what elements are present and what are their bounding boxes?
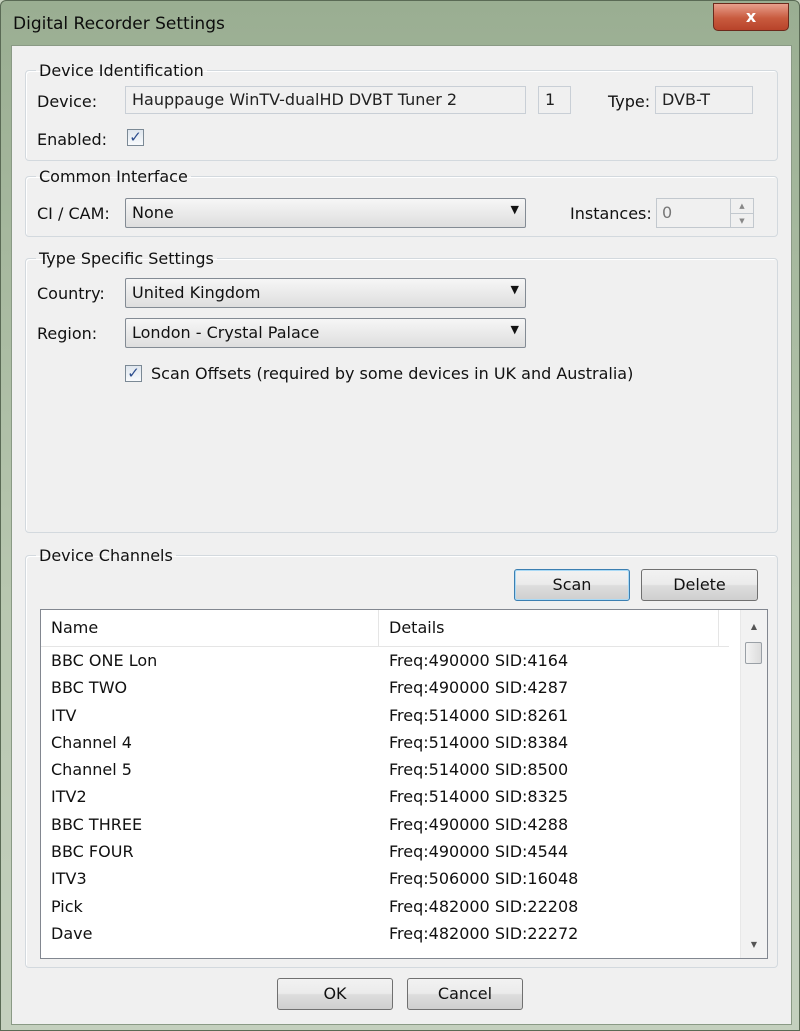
cancel-button[interactable]: Cancel xyxy=(407,978,523,1010)
common-interface-legend: Common Interface xyxy=(39,167,188,186)
table-row[interactable]: BBC FOUR Freq:490000 SID:4544 xyxy=(41,838,729,865)
region-value: London - Crystal Palace xyxy=(132,323,320,342)
ci-cam-value: None xyxy=(132,203,174,222)
region-dropdown[interactable]: London - Crystal Palace ▼ xyxy=(125,318,526,348)
close-icon: x xyxy=(745,7,757,26)
channel-details: Freq:490000 SID:4544 xyxy=(389,842,569,862)
device-index-field[interactable]: 1 xyxy=(538,86,571,114)
channel-details: Freq:490000 SID:4164 xyxy=(389,651,569,670)
channel-details: Freq:506000 SID:16048 xyxy=(389,869,579,889)
dropdown-arrow-icon: ▼ xyxy=(510,283,519,296)
type-label: Type: xyxy=(608,92,651,111)
scroll-down-icon[interactable]: ▼ xyxy=(741,934,767,956)
channel-name: ITV xyxy=(51,705,77,725)
scrollbar-thumb[interactable] xyxy=(745,642,762,664)
instances-stepper[interactable]: 0 ▲ ▼ xyxy=(656,198,754,228)
channel-name: BBC FOUR xyxy=(51,842,134,862)
table-row[interactable]: Dave Freq:482000 SID:22272 xyxy=(41,920,729,947)
type-specific-legend: Type Specific Settings xyxy=(39,249,214,268)
vertical-scrollbar[interactable]: ▲ ▼ xyxy=(740,610,767,958)
checkmark-icon: ✓ xyxy=(129,128,142,146)
table-row[interactable]: Channel 5 Freq:514000 SID:8500 xyxy=(41,756,729,783)
country-value: United Kingdom xyxy=(132,283,261,302)
device-identification-legend: Device Identification xyxy=(39,61,204,80)
spin-down-icon[interactable]: ▼ xyxy=(731,214,753,228)
instances-spin-buttons[interactable]: ▲ ▼ xyxy=(730,199,753,227)
type-field[interactable]: DVB-T xyxy=(655,86,753,114)
column-header-name[interactable]: Name xyxy=(41,610,379,646)
channel-details: Freq:514000 SID:8384 xyxy=(389,732,569,752)
scroll-up-icon[interactable]: ▲ xyxy=(741,616,767,638)
channel-details: Freq:482000 SID:22208 xyxy=(389,896,579,916)
channel-rows: BBC ONE Lon Freq:490000 SID:4164 BBC TWO Fr… xyxy=(41,647,729,947)
instances-label: Instances: xyxy=(570,204,652,223)
table-row[interactable]: ITV2 Freq:514000 SID:8325 xyxy=(41,783,729,810)
enabled-label: Enabled: xyxy=(37,130,108,149)
dialog-window: Digital Recorder Settings x Device Ident… xyxy=(0,0,800,1031)
country-label: Country: xyxy=(37,284,105,303)
delete-button[interactable]: Delete xyxy=(641,569,758,601)
channel-name: Channel 5 xyxy=(51,760,132,780)
table-row[interactable]: Channel 4 Freq:514000 SID:8384 xyxy=(41,729,729,756)
ci-cam-dropdown[interactable]: None ▼ xyxy=(125,198,526,228)
ok-button[interactable]: OK xyxy=(277,978,393,1010)
title-bar[interactable]: Digital Recorder Settings x xyxy=(1,1,799,45)
channel-details: Freq:514000 SID:8500 xyxy=(389,760,569,780)
channel-name: Pick xyxy=(51,896,83,916)
dropdown-arrow-icon: ▼ xyxy=(510,323,519,336)
channel-name: BBC TWO xyxy=(51,678,128,698)
table-row[interactable]: Pick Freq:482000 SID:22208 xyxy=(41,893,729,920)
channel-details: Freq:514000 SID:8261 xyxy=(389,705,569,725)
checkmark-icon: ✓ xyxy=(127,364,140,382)
device-name-field[interactable]: Hauppauge WinTV-dualHD DVBT Tuner 2 xyxy=(125,86,526,114)
scan-button[interactable]: Scan xyxy=(514,569,630,601)
channel-details: Freq:514000 SID:8325 xyxy=(389,787,569,807)
ci-cam-label: CI / CAM: xyxy=(37,204,110,223)
device-label: Device: xyxy=(37,92,98,111)
scan-offsets-checkbox[interactable]: ✓ xyxy=(125,365,142,382)
region-label: Region: xyxy=(37,324,98,343)
instances-value: 0 xyxy=(662,203,673,222)
country-dropdown[interactable]: United Kingdom ▼ xyxy=(125,278,526,308)
channel-details: Freq:482000 SID:22272 xyxy=(389,923,579,943)
window-title: Digital Recorder Settings xyxy=(13,14,225,34)
dropdown-arrow-icon: ▼ xyxy=(510,203,519,216)
spin-up-icon[interactable]: ▲ xyxy=(731,199,753,214)
channel-list[interactable]: Name Details BBC ONE Lon Freq:490000 SID:… xyxy=(40,609,768,959)
channel-name: Dave xyxy=(51,923,93,943)
channel-name: BBC ONE Lon xyxy=(51,651,158,670)
column-header-details[interactable]: Details xyxy=(379,610,719,646)
table-row[interactable]: BBC ONE Lon Freq:490000 SID:4164 xyxy=(41,647,729,674)
scan-offsets-label: Scan Offsets (required by some devices i… xyxy=(151,364,634,383)
table-row[interactable]: ITV3 Freq:506000 SID:16048 xyxy=(41,865,729,892)
channel-details: Freq:490000 SID:4288 xyxy=(389,814,569,834)
channel-name: ITV3 xyxy=(51,869,87,889)
enabled-checkbox[interactable]: ✓ xyxy=(127,129,144,146)
close-button[interactable]: x xyxy=(713,3,789,31)
table-row[interactable]: ITV Freq:514000 SID:8261 xyxy=(41,702,729,729)
dialog-client-area: Device Identification Device: Hauppauge … xyxy=(11,45,792,1025)
channel-name: Channel 4 xyxy=(51,732,132,752)
channel-list-header: Name Details xyxy=(41,610,729,647)
table-row[interactable]: BBC TWO Freq:490000 SID:4287 xyxy=(41,674,729,701)
channel-name: BBC THREE xyxy=(51,814,143,834)
table-row[interactable]: BBC THREE Freq:490000 SID:4288 xyxy=(41,811,729,838)
channel-name: ITV2 xyxy=(51,787,87,807)
device-channels-legend: Device Channels xyxy=(39,546,173,565)
channel-details: Freq:490000 SID:4287 xyxy=(389,678,569,698)
